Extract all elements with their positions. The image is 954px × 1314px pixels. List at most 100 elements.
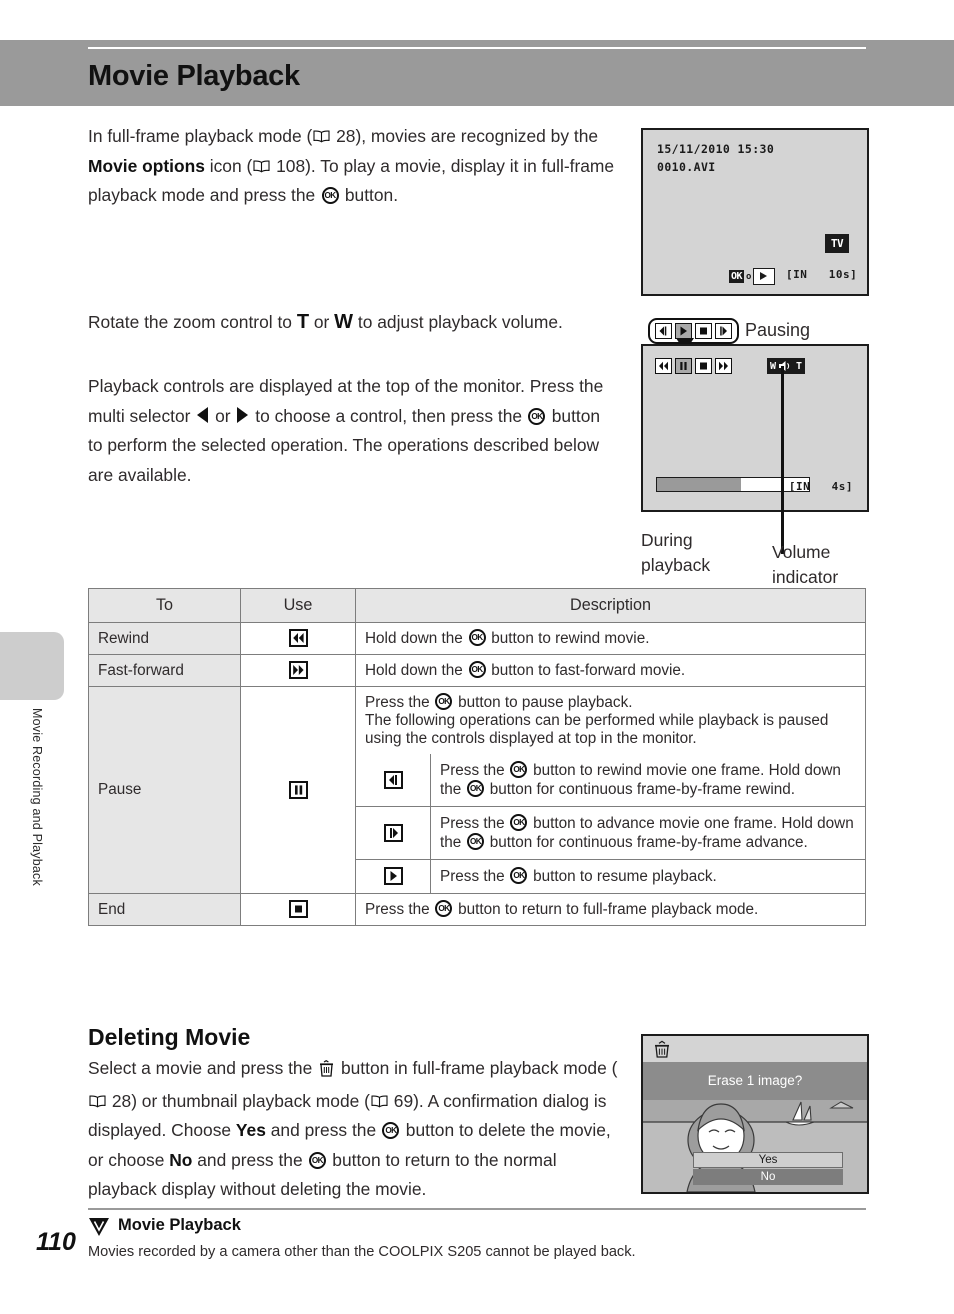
trash-icon [655, 1040, 669, 1058]
playback-progress-fill [657, 478, 741, 491]
ok-button-icon [467, 780, 485, 797]
delete-confirmation-screen: Erase 1 image? Yes No [641, 1034, 869, 1194]
delete-trash-icon [319, 1057, 334, 1087]
ok-button-icon [510, 814, 528, 831]
ok-button-icon [468, 661, 486, 678]
header-description: Description [355, 588, 866, 623]
dialog-no-button[interactable]: No [693, 1169, 843, 1185]
camera-screen-playback: W T [IN 4s] [641, 344, 869, 512]
memory-icon: IN [793, 268, 808, 281]
screen1-filename: 0010.AVI [657, 160, 716, 174]
book-ref-icon [313, 130, 330, 143]
cell-icon-play [356, 859, 431, 893]
screen1-duration: [IN 10s] [786, 268, 858, 281]
cell-use-pause [240, 686, 356, 894]
multi-selector-right-icon [237, 406, 249, 423]
table-row: Fast-forward Hold down the button to fas… [88, 654, 866, 687]
play-icon [383, 867, 403, 886]
footnote-body: Movies recorded by a camera other than t… [88, 1244, 636, 1260]
duration-value: 4s [831, 480, 846, 493]
volume-wide-label: W [770, 360, 777, 372]
dialog-prompt-band: Erase 1 image? [643, 1062, 867, 1100]
caution-icon [88, 1217, 110, 1237]
cell-desc-end: Press the button to return to full-frame… [355, 893, 866, 926]
cell-use-fastforward [240, 654, 356, 687]
tele-label: T [296, 311, 310, 333]
footnote-title: Movie Playback [118, 1216, 241, 1234]
controls-text-c: to choose a control, then press the [250, 405, 527, 426]
frame-advance-icon [383, 823, 403, 842]
wide-label: W [334, 311, 354, 333]
pause-subtable: Press the button to rewind movie one fra… [356, 754, 865, 893]
no-bold: No [169, 1149, 193, 1170]
cell-to-fastforward: Fast-forward [88, 654, 241, 687]
volume-tele-label: T [796, 360, 803, 372]
stop-icon [695, 358, 712, 374]
cell-desc-fastforward: Hold down the button to fast-forward mov… [355, 654, 866, 687]
pausing-label: Pausing [745, 320, 811, 340]
ok-button-icon [510, 867, 528, 884]
camera-screen-fullframe: 15/11/2010 15:30 0010.AVI TV OK o [IN 10… [641, 128, 869, 296]
screen1-ok-play-hint: OK o [729, 268, 776, 285]
table-header-row: To Use Description [88, 588, 866, 623]
multi-selector-left-icon [197, 406, 209, 423]
volume-indicator: W T [767, 358, 806, 374]
volume-leader-line [781, 366, 784, 554]
frame-advance-icon [715, 323, 732, 339]
table-row-pause: Pause Press the button to pause playback… [88, 686, 866, 894]
zoom-text-a: Rotate the zoom control to [88, 312, 297, 332]
pause-icon [288, 780, 308, 799]
cell-to-end: End [88, 893, 241, 926]
duration-value: 10s [828, 268, 851, 281]
ok-badge: OK [729, 270, 745, 283]
zoom-text-c: to adjust playback volume. [353, 312, 563, 332]
play-icon [675, 323, 692, 339]
cell-to-pause: Pause [88, 686, 241, 894]
cell-desc-pause: Press the button to pause playback. The … [355, 686, 866, 894]
play-icon [753, 268, 776, 285]
caption-during-playback: During playback [641, 530, 711, 575]
playback-controls-table: To Use Description Rewind Hold down the … [88, 588, 866, 926]
separator-dot: o [746, 271, 752, 282]
header-to: To [88, 588, 241, 623]
stop-icon [288, 900, 308, 919]
book-ref-icon [89, 1095, 106, 1108]
subtable-row: Press the button to advance movie one fr… [356, 806, 865, 860]
rewind-icon [288, 629, 308, 648]
pause-description-top: Press the button to pause playback. The … [356, 687, 865, 754]
footnote-rule [88, 1208, 866, 1210]
page-title: Movie Playback [88, 60, 300, 92]
intro-text-e: button. [340, 185, 399, 206]
ok-button-icon [321, 187, 339, 205]
zoom-volume-paragraph: Rotate the zoom control to T or W to adj… [88, 308, 618, 338]
movie-options-tv-icon: TV [825, 234, 849, 253]
header-use: Use [240, 588, 356, 623]
controls-text-b: or [210, 405, 236, 426]
frame-rewind-icon [655, 323, 672, 339]
cell-use-rewind [240, 622, 356, 655]
intro-ref-2: 108 [276, 155, 306, 176]
book-ref-icon [371, 1095, 388, 1108]
ok-button-icon [308, 1151, 326, 1169]
dialog-yes-button[interactable]: Yes [693, 1152, 843, 1168]
deleting-movie-heading: Deleting Movie [88, 1024, 251, 1050]
chapter-tab-label: Movie Recording and Playback [30, 708, 44, 886]
stop-icon [695, 323, 712, 339]
rewind-icon [655, 358, 672, 374]
book-ref-icon [253, 160, 270, 173]
dialog-prompt-text: Erase 1 image? [707, 1073, 803, 1088]
pause-icon [675, 358, 692, 374]
cell-use-end [240, 893, 356, 926]
ok-button-icon [528, 407, 546, 425]
cell-desc-play: Press the button to resume playback. [430, 859, 865, 893]
intro-paragraph: In full-frame playback mode ( 28), movie… [88, 122, 618, 211]
screen1-datetime: 15/11/2010 15:30 [657, 142, 775, 156]
intro-ref-1: 28 [336, 126, 356, 146]
screen2-duration: [IN 4s] [788, 480, 853, 493]
ok-button-icon [510, 761, 528, 778]
intro-text-c: icon ( [204, 155, 253, 176]
header-rule [88, 47, 866, 49]
playback-controls-paragraph: Playback controls are displayed at the t… [88, 372, 618, 490]
subtable-row: Press the button to resume playback. [356, 859, 865, 893]
cell-icon-frame-advance [356, 806, 431, 860]
